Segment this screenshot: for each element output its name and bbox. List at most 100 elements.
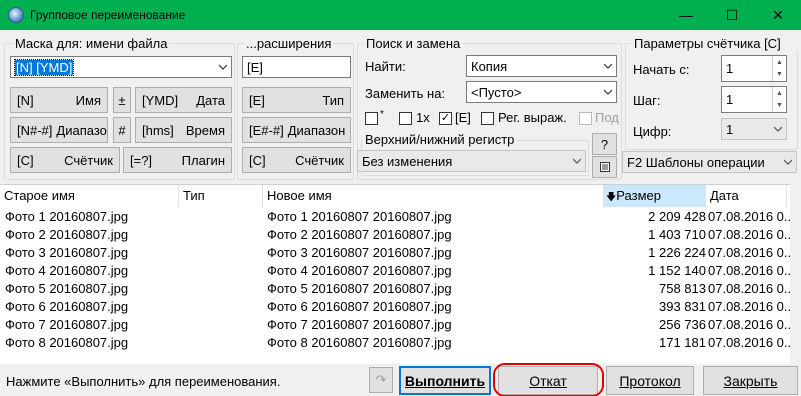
cell-size: 2 209 428 <box>648 209 706 224</box>
start-spinner[interactable]: 1 ▲ ▼ <box>721 55 787 82</box>
cell-date: 07.08.2016 0...d <box>708 209 792 224</box>
col-old-name[interactable]: Старое имя <box>0 185 179 207</box>
chevron-down-icon <box>604 89 612 95</box>
case-value: Без изменения <box>362 153 453 169</box>
table-row[interactable]: Фото 3 20160807.jpg Фото 3 20160807 20160… <box>0 244 792 262</box>
first-only-checkbox[interactable] <box>365 112 378 125</box>
col-size[interactable]: 🡇Размер <box>604 185 706 207</box>
name-mask-combo[interactable]: [N] [YMD] <box>10 56 232 78</box>
cell-new-name: Фото 5 20160807 20160807.jpg <box>267 281 452 296</box>
check-icon: ✓ <box>440 112 451 124</box>
maximize-button[interactable]: ☐ <box>709 0 755 30</box>
table-row[interactable]: Фото 1 20160807.jpg Фото 1 20160807 20160… <box>0 208 792 226</box>
table-row[interactable]: Фото 8 20160807.jpg Фото 8 20160807 20160… <box>0 334 792 352</box>
insert-date-button[interactable]: [YMD] Дата <box>135 87 232 113</box>
window-title: Групповое переименование <box>30 8 186 22</box>
redo-button[interactable]: ↷ <box>369 367 393 393</box>
step-spinner[interactable]: 1 ▲ ▼ <box>721 86 787 113</box>
table-row[interactable]: Фото 4 20160807.jpg Фото 4 20160807 20160… <box>0 262 792 280</box>
chevron-down-icon <box>774 126 782 132</box>
case-group-title: Верхний/нижний регистр <box>363 132 517 147</box>
once-checkbox[interactable] <box>399 112 412 125</box>
execute-button[interactable]: Выполнить <box>399 366 491 395</box>
close-window-button[interactable]: ✕ <box>755 0 801 30</box>
first-only-label: * <box>380 109 384 120</box>
col-type[interactable]: Тип <box>179 185 263 207</box>
spin-down-icon[interactable]: ▼ <box>772 99 786 112</box>
cell-date: 07.08.2016 0...d <box>708 281 792 296</box>
cell-new-name: Фото 7 20160807 20160807.jpg <box>267 317 452 332</box>
name-range-button[interactable]: ± <box>113 87 131 113</box>
insert-ext-range-button[interactable]: [E#-#] Диапазон <box>242 117 351 143</box>
insert-counter-button[interactable]: [C] Счётчик <box>10 147 120 173</box>
cell-old-name: Фото 2 20160807.jpg <box>5 227 129 242</box>
cell-date: 07.08.2016 0...d <box>708 227 792 242</box>
cell-new-name: Фото 6 20160807 20160807.jpg <box>267 299 452 314</box>
col-new-name[interactable]: Новое имя <box>263 185 604 207</box>
help-button[interactable]: ? <box>592 133 617 155</box>
cell-old-name: Фото 3 20160807.jpg <box>5 245 129 260</box>
replace-combo[interactable]: <Пусто> <box>466 81 617 103</box>
ext-mask-value: [E] <box>247 59 263 75</box>
col-size-label: Размер <box>616 188 661 203</box>
case-combo[interactable]: Без изменения <box>357 150 586 172</box>
title-bar: Групповое переименование — ☐ ✕ <box>0 0 801 30</box>
templates-combo[interactable]: F2 Шаблоны операции <box>622 151 797 173</box>
search-settings-button[interactable] <box>592 156 617 178</box>
insert-ext-counter-button[interactable]: [C] Счётчик <box>242 147 351 173</box>
app-icon <box>8 7 24 23</box>
spin-up-icon[interactable]: ▲ <box>772 87 786 100</box>
insert-ext-button[interactable]: [E] Тип <box>242 87 351 113</box>
file-list[interactable]: Старое имя Тип Новое имя 🡇Размер Дата М … <box>0 184 801 364</box>
log-button[interactable]: Протокол <box>606 366 694 395</box>
close-button[interactable]: Закрыть <box>703 366 798 395</box>
table-row[interactable]: Фото 2 20160807.jpg Фото 2 20160807 20160… <box>0 226 792 244</box>
replace-value: <Пусто> <box>471 84 522 100</box>
insert-name-button[interactable]: [N] Имя <box>10 87 108 113</box>
cell-size: 1 403 710 <box>648 227 706 242</box>
table-row[interactable]: Фото 6 20160807.jpg Фото 6 20160807 20160… <box>0 298 792 316</box>
insert-time-button[interactable]: [hms] Время <box>135 117 232 143</box>
search-group-title: Поиск и замена <box>364 36 463 51</box>
table-row[interactable]: Фото 5 20160807.jpg Фото 5 20160807 20160… <box>0 280 792 298</box>
mask-group-title: Маска для: имени файла <box>13 36 170 51</box>
cell-size: 171 181 <box>659 335 706 350</box>
digits-label: Цифр: <box>633 124 672 139</box>
minimize-button[interactable]: — <box>663 0 709 30</box>
cell-size: 256 736 <box>659 317 706 332</box>
spin-up-icon[interactable]: ▲ <box>772 56 786 69</box>
spin-down-icon[interactable]: ▼ <box>772 68 786 81</box>
cell-size: 1 152 140 <box>648 263 706 278</box>
regex-checkbox[interactable] <box>481 112 494 125</box>
substitute-checkbox[interactable] <box>579 112 592 125</box>
highlight-ring <box>493 363 604 396</box>
cell-date: 07.08.2016 0...d <box>708 245 792 260</box>
cell-date: 07.08.2016 0...d <box>708 299 792 314</box>
cell-new-name: Фото 1 20160807 20160807.jpg <box>267 209 452 224</box>
replace-label: Заменить на: <box>365 86 446 101</box>
cell-old-name: Фото 7 20160807.jpg <box>5 317 129 332</box>
table-row[interactable]: Фото 7 20160807.jpg Фото 7 20160807 20160… <box>0 316 792 334</box>
cell-new-name: Фото 2 20160807 20160807.jpg <box>267 227 452 242</box>
cell-size: 758 813 <box>659 281 706 296</box>
chevron-down-icon <box>219 64 227 70</box>
ext-mask-input[interactable]: [E] <box>242 56 351 78</box>
cell-new-name: Фото 4 20160807 20160807.jpg <box>267 263 452 278</box>
cell-size: 1 226 224 <box>648 245 706 260</box>
cell-old-name: Фото 4 20160807.jpg <box>5 263 129 278</box>
redo-icon: ↷ <box>375 372 387 387</box>
insert-name-range-button[interactable]: [N#-#]Диапазон <box>10 117 108 143</box>
digits-combo[interactable]: 1 <box>721 118 787 140</box>
insert-plugin-button[interactable]: [=?] Плагин <box>123 147 232 173</box>
cell-old-name: Фото 1 20160807.jpg <box>5 209 129 224</box>
start-label: Начать с: <box>633 62 690 77</box>
col-date[interactable]: Дата <box>706 185 787 207</box>
list-scrollbar[interactable] <box>790 184 801 364</box>
chevron-down-icon <box>604 63 612 69</box>
find-combo[interactable]: Копия <box>466 55 617 77</box>
step-label: Шаг: <box>633 93 661 108</box>
ext-checkbox[interactable]: ✓ <box>439 112 452 125</box>
cell-old-name: Фото 8 20160807.jpg <box>5 335 129 350</box>
insert-digit-button[interactable]: # <box>113 117 131 143</box>
cell-new-name: Фото 3 20160807 20160807.jpg <box>267 245 452 260</box>
